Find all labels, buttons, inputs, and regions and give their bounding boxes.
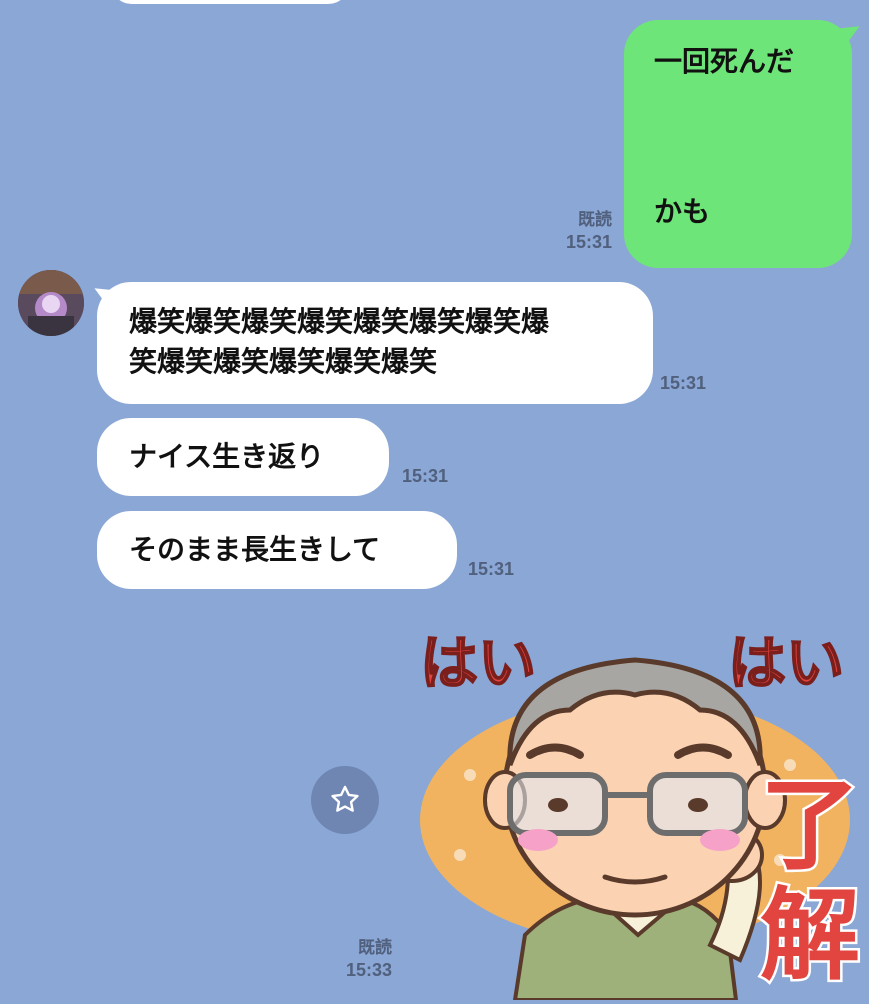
sticker-text-right: はい	[728, 629, 844, 697]
sticker-text-big-2: 解	[760, 877, 860, 994]
favorite-sticker-button[interactable]	[311, 766, 379, 834]
message-time: 15:31	[402, 466, 449, 486]
incoming-meta: 15:31	[468, 558, 538, 580]
star-icon	[331, 785, 359, 812]
incoming-message-text: そのまま長生きして	[129, 533, 381, 566]
sticker-text-left: はい	[420, 629, 536, 697]
incoming-meta: 15:31	[660, 372, 730, 394]
incoming-message-bubble[interactable]: 爆笑爆笑爆笑爆笑爆笑爆笑爆笑爆 笑爆笑爆笑爆笑爆笑爆笑	[97, 282, 653, 404]
incoming-meta: 15:31	[402, 465, 472, 487]
partial-message-bubble[interactable]	[110, 0, 350, 4]
sticker-illustration: はい はい 了 解	[419, 628, 863, 1002]
outgoing-meta: 既読 15:31	[540, 209, 612, 253]
incoming-message-bubble[interactable]: ナイス生き返り	[97, 418, 389, 496]
sticker-text-big-1: 了	[760, 767, 860, 884]
avatar[interactable]	[18, 270, 84, 336]
message-time: 15:31	[660, 373, 707, 393]
sticker-image[interactable]: はい はい 了 解	[410, 615, 869, 1002]
incoming-message-line: 笑爆笑爆笑爆笑爆笑爆笑	[129, 345, 438, 378]
read-receipt: 既読	[578, 210, 612, 229]
outgoing-message-line: かも	[654, 195, 711, 228]
outgoing-message-line: 一回死んだ	[654, 45, 795, 78]
outgoing-message-bubble[interactable]: 一回死んだ かも	[624, 20, 852, 268]
incoming-message-text: ナイス生き返り	[129, 440, 325, 473]
read-receipt: 既読	[358, 938, 392, 957]
avatar-image	[18, 270, 84, 336]
message-time: 15:33	[345, 960, 392, 980]
incoming-message-line: 爆笑爆笑爆笑爆笑爆笑爆笑爆笑爆	[129, 305, 550, 338]
sticker-meta: 既読 15:33	[318, 937, 392, 981]
incoming-message-bubble[interactable]: そのまま長生きして	[97, 511, 457, 589]
message-time: 15:31	[565, 232, 612, 252]
message-time: 15:31	[468, 559, 515, 579]
